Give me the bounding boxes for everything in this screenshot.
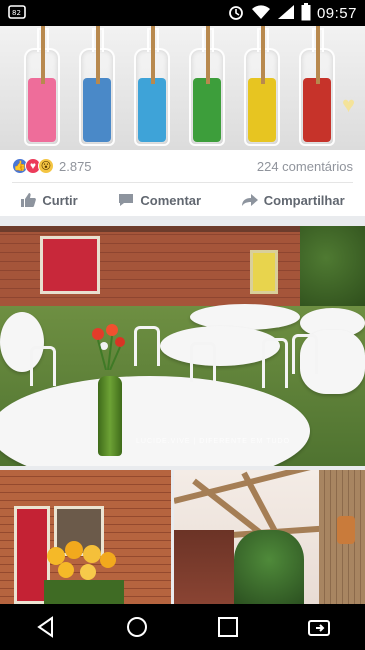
post-separator — [0, 216, 365, 226]
chair — [190, 342, 216, 382]
alarm-icon — [227, 3, 245, 24]
colored-pebbles — [303, 78, 331, 142]
action-row: Curtir Comentar Compartilhar — [0, 186, 365, 214]
screen: 82 09:57 ♥ 👍 ♥ 😮 2.875 224 comentários C… — [0, 0, 365, 650]
svg-text:82: 82 — [12, 9, 21, 17]
tree — [234, 530, 304, 604]
battery-icon — [301, 2, 311, 24]
glass-bottle — [134, 26, 170, 146]
colored-pebbles — [138, 78, 166, 142]
recents-icon — [218, 617, 239, 637]
share-button[interactable]: Compartilhar — [241, 192, 345, 208]
chair — [134, 326, 160, 366]
reactions-row[interactable]: 👍 ♥ 😮 2.875 224 comentários — [12, 156, 353, 176]
colored-pebbles — [28, 78, 56, 142]
chair — [30, 346, 56, 386]
tree — [300, 226, 365, 306]
glass-bottle — [24, 26, 60, 146]
comments-count[interactable]: 224 comentários — [257, 159, 353, 174]
wooden-stick — [96, 26, 100, 84]
home-button[interactable] — [122, 612, 152, 642]
photo-pergola[interactable] — [174, 470, 365, 604]
photo-watermark: LUCIDE.VIVE | DIFERENTE EM TUDO — [136, 438, 291, 445]
signal-icon — [277, 4, 295, 23]
tiled-roof — [174, 530, 234, 604]
back-icon — [36, 616, 53, 638]
colored-pebbles — [193, 78, 221, 142]
comment-label: Comentar — [140, 192, 202, 208]
like-button[interactable]: Curtir — [20, 192, 78, 208]
home-icon — [126, 617, 147, 637]
comment-icon — [119, 194, 134, 206]
wooden-stick — [206, 26, 210, 84]
photo-garden-tables[interactable]: LUCIDE.VIVE | DIFERENTE EM TUDO — [0, 226, 365, 466]
share-label: Compartilhar — [263, 192, 345, 208]
chair — [262, 338, 288, 388]
glass-bottle — [244, 26, 280, 146]
heart-watermark-icon: ♥ — [341, 92, 355, 117]
colored-pebbles — [83, 78, 111, 142]
lantern — [337, 516, 355, 544]
share-arrow-icon — [241, 194, 258, 206]
recents-button[interactable] — [213, 612, 243, 642]
status-time: 09:57 — [316, 4, 357, 22]
comment-button[interactable]: Comentar — [118, 192, 201, 208]
wooden-stick — [41, 26, 45, 84]
post-footer: 👍 ♥ 😮 2.875 224 comentários Curtir Comen… — [0, 150, 365, 216]
reaction-count: 2.875 — [59, 158, 92, 174]
wooden-stick — [151, 26, 155, 84]
thumbs-up-icon — [21, 193, 37, 207]
yellow-door — [250, 250, 278, 294]
yellow-flowers — [44, 541, 124, 604]
status-bar: 82 09:57 — [0, 0, 365, 26]
photo-colored-bottles[interactable]: ♥ — [0, 26, 365, 150]
red-window — [40, 236, 100, 294]
glass-bottle — [79, 26, 115, 146]
colored-pebbles — [248, 78, 276, 142]
chair — [292, 334, 318, 374]
nav-bar — [0, 604, 365, 650]
wooden-stick — [261, 26, 265, 84]
back-button[interactable] — [31, 612, 61, 642]
wow-reaction-icon: 😮 — [38, 158, 54, 174]
flower-arrangement — [92, 324, 125, 370]
screen-mirror-icon: 82 — [8, 4, 26, 22]
wifi-icon — [251, 4, 271, 23]
glass-bottle — [299, 26, 335, 146]
photo-brick-wall-flowers[interactable] — [0, 470, 171, 604]
wooden-stick — [316, 26, 320, 84]
rotate-screen-icon — [308, 620, 331, 636]
glass-bottle — [189, 26, 225, 146]
like-label: Curtir — [42, 192, 78, 208]
green-bottle-vase — [98, 376, 122, 456]
divider — [12, 182, 353, 183]
rotate-screen-button[interactable] — [304, 612, 334, 642]
